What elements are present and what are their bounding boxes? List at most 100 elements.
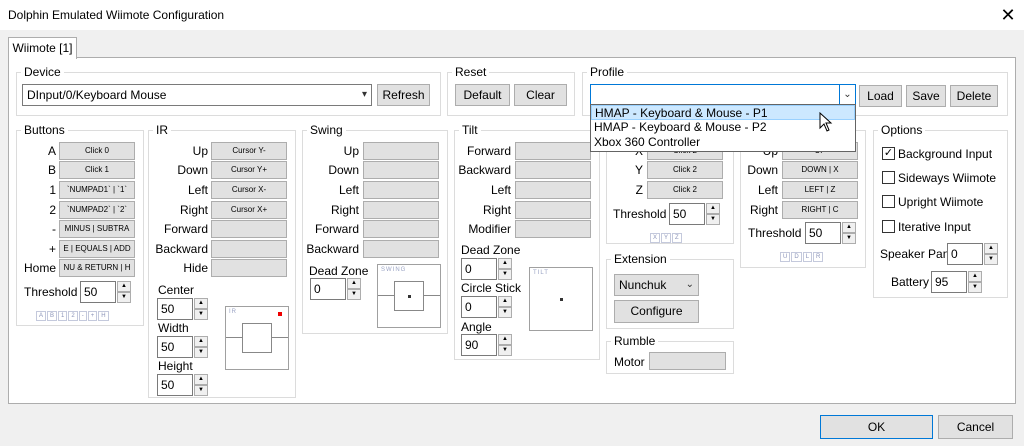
tilt-deadzone-stepper[interactable]: ▲ ▼ (498, 258, 512, 280)
button-binding[interactable]: NU & RETURN | H (59, 259, 135, 278)
buttons-threshold-input[interactable]: 50 (80, 281, 116, 303)
spin-down-icon[interactable]: ▼ (117, 292, 131, 303)
dpad-threshold-input[interactable]: 50 (805, 222, 841, 244)
iterative-input-checkbox[interactable] (882, 220, 895, 233)
ir-height-stepper[interactable]: ▲ ▼ (194, 374, 208, 396)
tilt-angle-input[interactable]: 90 (461, 334, 497, 356)
spin-up-icon[interactable]: ▲ (117, 281, 131, 292)
spin-down-icon[interactable]: ▼ (194, 385, 208, 396)
rumble-motor-binding[interactable] (649, 352, 726, 370)
spin-down-icon[interactable]: ▼ (842, 233, 856, 244)
profile-option[interactable]: HMAP - Keyboard & Mouse - P2 (591, 120, 855, 135)
button-binding[interactable]: Click 1 (59, 161, 135, 180)
swing-deadzone-stepper[interactable]: ▲ ▼ (347, 278, 361, 300)
tilt-circle-input[interactable]: 0 (461, 296, 497, 318)
delete-button[interactable]: Delete (950, 85, 998, 107)
ir-binding[interactable] (211, 220, 287, 239)
upright-wiimote-checkbox[interactable] (882, 195, 895, 208)
swing-binding[interactable] (363, 239, 439, 258)
spin-down-icon[interactable]: ▼ (706, 214, 720, 225)
swing-binding[interactable] (363, 141, 439, 160)
ir-binding[interactable]: Cursor Y+ (211, 161, 287, 180)
spin-up-icon[interactable]: ▲ (498, 334, 512, 345)
shake-threshold-input[interactable]: 50 (669, 203, 705, 225)
dpad-threshold-stepper[interactable]: ▲ ▼ (842, 222, 856, 244)
tilt-binding[interactable] (515, 200, 591, 219)
spin-up-icon[interactable]: ▲ (498, 296, 512, 307)
close-icon[interactable]: ✕ (996, 3, 1020, 27)
cancel-button[interactable]: Cancel (938, 415, 1013, 439)
ir-binding[interactable] (211, 259, 287, 278)
shake-binding[interactable]: Click 2 (647, 161, 723, 180)
spin-up-icon[interactable]: ▲ (498, 258, 512, 269)
device-select[interactable]: DInput/0/Keyboard Mouse ▾ (22, 84, 372, 106)
swing-deadzone-input[interactable]: 0 (310, 278, 346, 300)
swing-binding[interactable] (363, 200, 439, 219)
ir-width-stepper[interactable]: ▲ ▼ (194, 336, 208, 358)
button-binding[interactable]: MINUS | SUBTRA (59, 220, 135, 239)
tilt-binding[interactable] (515, 161, 591, 180)
spin-up-icon[interactable]: ▲ (984, 243, 998, 254)
sideways-wiimote-checkbox[interactable] (882, 171, 895, 184)
button-binding[interactable]: E | EQUALS | ADD (59, 239, 135, 258)
speaker-pan-stepper[interactable]: ▲ ▼ (984, 243, 998, 265)
extension-select[interactable]: Nunchuk ⌄ (614, 274, 699, 296)
clear-button[interactable]: Clear (514, 84, 567, 106)
speaker-pan-input[interactable]: 0 (947, 243, 983, 265)
spin-down-icon[interactable]: ▼ (194, 309, 208, 320)
profile-select[interactable]: ⌄ (590, 84, 856, 106)
spin-up-icon[interactable]: ▲ (968, 271, 982, 282)
ir-center-input[interactable]: 50 (157, 298, 193, 320)
profile-option[interactable]: HMAP - Keyboard & Mouse - P1 (591, 105, 855, 120)
spin-up-icon[interactable]: ▲ (194, 336, 208, 347)
ir-binding[interactable] (211, 239, 287, 258)
button-binding[interactable]: Click 0 (59, 141, 135, 160)
tilt-binding[interactable] (515, 180, 591, 199)
tilt-binding[interactable] (515, 220, 591, 239)
spin-up-icon[interactable]: ▲ (194, 374, 208, 385)
load-button[interactable]: Load (859, 85, 902, 107)
spin-down-icon[interactable]: ▼ (347, 289, 361, 300)
ir-binding[interactable]: Cursor Y- (211, 141, 287, 160)
battery-input[interactable]: 95 (931, 271, 967, 293)
shake-binding[interactable]: Click 2 (647, 180, 723, 199)
spin-down-icon[interactable]: ▼ (194, 347, 208, 358)
dpad-binding[interactable]: DOWN | X (782, 161, 858, 180)
button-binding[interactable]: `NUMPAD2` | `2` (59, 200, 135, 219)
tilt-deadzone-input[interactable]: 0 (461, 258, 497, 280)
button-row-a: A Click 0 (18, 141, 142, 161)
ir-binding[interactable]: Cursor X+ (211, 200, 287, 219)
save-button[interactable]: Save (906, 85, 946, 107)
dpad-binding[interactable]: LEFT | Z (782, 180, 858, 199)
profile-option[interactable]: Xbox 360 Controller (591, 135, 855, 150)
swing-binding[interactable] (363, 161, 439, 180)
refresh-button[interactable]: Refresh (377, 84, 430, 106)
tab-wiimote-1[interactable]: Wiimote [1] (8, 37, 77, 59)
ir-height-input[interactable]: 50 (157, 374, 193, 396)
ir-center-stepper[interactable]: ▲ ▼ (194, 298, 208, 320)
swing-binding[interactable] (363, 180, 439, 199)
configure-button[interactable]: Configure (614, 300, 699, 323)
battery-stepper[interactable]: ▲ ▼ (968, 271, 982, 293)
spin-down-icon[interactable]: ▼ (498, 307, 512, 318)
dpad-binding[interactable]: RIGHT | C (782, 200, 858, 219)
spin-up-icon[interactable]: ▲ (842, 222, 856, 233)
tilt-circle-stepper[interactable]: ▲ ▼ (498, 296, 512, 318)
buttons-threshold-stepper[interactable]: ▲ ▼ (117, 281, 131, 303)
spin-down-icon[interactable]: ▼ (498, 345, 512, 356)
background-input-checkbox[interactable]: ✓ (882, 147, 895, 160)
ir-binding[interactable]: Cursor X- (211, 180, 287, 199)
ok-button[interactable]: OK (820, 415, 933, 439)
spin-down-icon[interactable]: ▼ (968, 282, 982, 293)
spin-down-icon[interactable]: ▼ (984, 254, 998, 265)
button-binding[interactable]: `NUMPAD1` | `1` (59, 180, 135, 199)
tilt-binding[interactable] (515, 141, 591, 160)
swing-binding[interactable] (363, 220, 439, 239)
ir-width-input[interactable]: 50 (157, 336, 193, 358)
shake-threshold-stepper[interactable]: ▲ ▼ (706, 203, 720, 225)
spin-up-icon[interactable]: ▲ (194, 298, 208, 309)
spin-up-icon[interactable]: ▲ (347, 278, 361, 289)
default-button[interactable]: Default (455, 84, 510, 106)
tilt-angle-stepper[interactable]: ▲ ▼ (498, 334, 512, 356)
spin-up-icon[interactable]: ▲ (706, 203, 720, 214)
